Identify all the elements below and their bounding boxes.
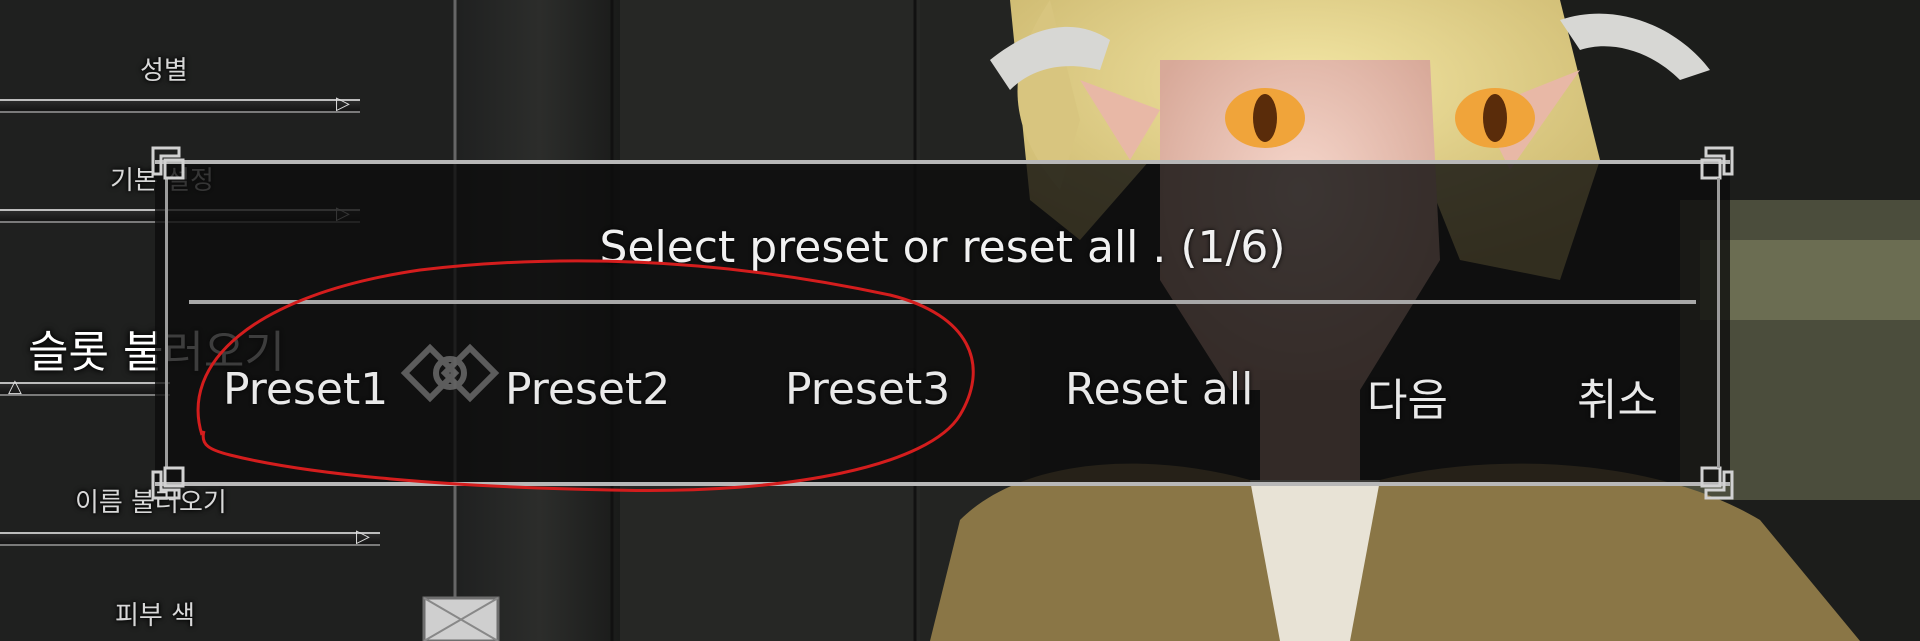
- slot-load-slider[interactable]: △: [0, 378, 170, 396]
- celtic-knot-icon: [395, 328, 505, 418]
- dialog-divider: [189, 300, 1696, 304]
- arrow-cap-icon[interactable]: ▷: [336, 95, 358, 113]
- gender-slider[interactable]: ▷: [0, 95, 360, 113]
- gender-label: 성별: [140, 56, 188, 86]
- celtic-corner-icon: [1692, 458, 1736, 502]
- celtic-corner-icon: [1692, 144, 1736, 188]
- cancel-button[interactable]: 취소: [1577, 364, 1658, 428]
- preset1-button[interactable]: Preset1: [223, 364, 388, 415]
- next-button[interactable]: 다음: [1367, 364, 1448, 428]
- reset-all-button[interactable]: Reset all: [1065, 364, 1253, 415]
- preset-dialog: Select preset or reset all . (1/6) Prese…: [151, 146, 1734, 500]
- dialog-title: Select preset or reset all . (1/6): [599, 222, 1286, 273]
- preset2-button[interactable]: Preset2: [505, 364, 670, 415]
- celtic-corner-icon: [149, 144, 193, 188]
- celtic-corner-icon: [149, 458, 193, 502]
- skin-color-label: 피부 색: [115, 601, 196, 631]
- arrow-cap-icon[interactable]: △: [8, 378, 30, 396]
- arrow-cap-icon[interactable]: ▷: [356, 528, 378, 546]
- preset3-button[interactable]: Preset3: [785, 364, 950, 415]
- name-load-slider[interactable]: ▷: [0, 528, 380, 546]
